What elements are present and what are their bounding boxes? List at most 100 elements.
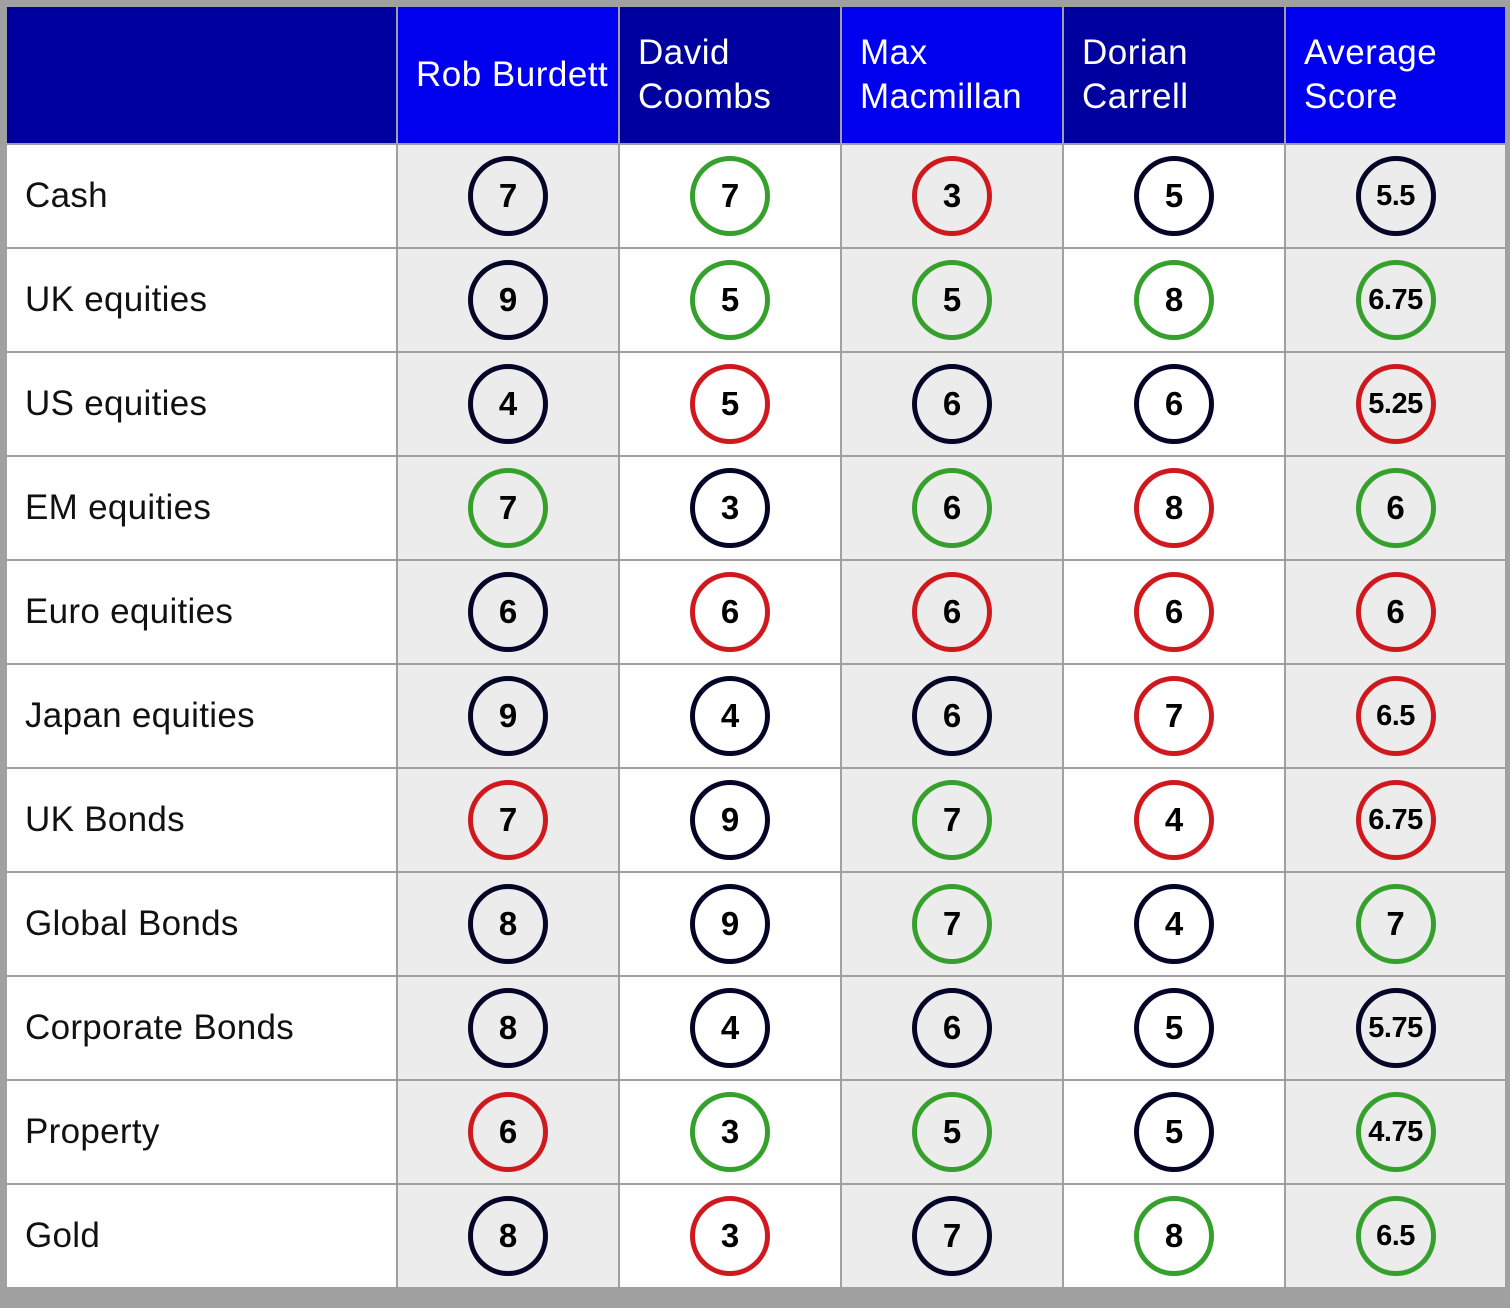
score-badge-navy: 6	[468, 572, 548, 652]
score-cell-dorian-carrell: 6	[1062, 351, 1286, 457]
score-cell-average-score: 5.5	[1284, 143, 1507, 249]
score-cell-dorian-carrell: 7	[1062, 663, 1286, 769]
score-badge-red: 6	[690, 572, 770, 652]
score-badge-green: 8	[1134, 260, 1214, 340]
score-badge-red: 6	[1134, 572, 1214, 652]
row-label: Property	[5, 1079, 398, 1185]
score-cell-max-macmillan: 6	[840, 455, 1064, 561]
score-cell-rob-burdett: 9	[396, 247, 620, 353]
score-cell-rob-burdett: 4	[396, 351, 620, 457]
score-cell-dorian-carrell: 5	[1062, 975, 1286, 1081]
score-cell-rob-burdett: 7	[396, 767, 620, 873]
score-badge-red: 6	[468, 1092, 548, 1172]
row-label: UK equities	[5, 247, 398, 353]
score-badge-red: 6.75	[1355, 780, 1436, 860]
score-cell-average-score: 5.25	[1284, 351, 1507, 457]
score-cell-rob-burdett: 6	[396, 1079, 620, 1185]
row-label: Global Bonds	[5, 871, 398, 977]
score-badge-red: 7	[1134, 676, 1214, 756]
score-cell-dorian-carrell: 8	[1062, 247, 1286, 353]
score-badge-green: 6	[1355, 468, 1436, 548]
score-cell-average-score: 6.75	[1284, 247, 1507, 353]
score-badge-red: 6.5	[1355, 676, 1436, 756]
score-cell-max-macmillan: 7	[840, 767, 1064, 873]
score-cell-david-coombs: 4	[618, 663, 842, 769]
score-table: Rob Burdett David Coombs Max Macmillan D…	[5, 5, 1507, 1289]
score-badge-red: 5	[690, 364, 770, 444]
score-badge-navy: 8	[468, 988, 548, 1068]
score-badge-navy: 5.75	[1355, 988, 1436, 1068]
score-cell-david-coombs: 5	[618, 247, 842, 353]
score-cell-david-coombs: 6	[618, 559, 842, 665]
table-row: UK Bonds 7 9 7 4 6.75	[5, 767, 1507, 873]
score-badge-navy: 6	[912, 364, 992, 444]
row-label: EM equities	[5, 455, 398, 561]
row-label: UK Bonds	[5, 767, 398, 873]
score-badge-red: 8	[1134, 468, 1214, 548]
score-cell-max-macmillan: 5	[840, 247, 1064, 353]
table-row: Euro equities 6 6 6 6 6	[5, 559, 1507, 665]
header-max-macmillan: Max Macmillan	[840, 5, 1064, 145]
score-cell-average-score: 4.75	[1284, 1079, 1507, 1185]
score-badge-navy: 7	[912, 1196, 992, 1276]
row-label: Japan equities	[5, 663, 398, 769]
score-cell-david-coombs: 3	[618, 1183, 842, 1289]
score-cell-average-score: 6.75	[1284, 767, 1507, 873]
score-cell-david-coombs: 9	[618, 871, 842, 977]
score-badge-navy: 9	[690, 780, 770, 860]
score-badge-green: 7	[468, 468, 548, 548]
score-badge-navy: 4	[1134, 884, 1214, 964]
table-row: Japan equities 9 4 6 7 6.5	[5, 663, 1507, 769]
score-badge-green: 7	[690, 156, 770, 236]
score-cell-david-coombs: 9	[618, 767, 842, 873]
score-cell-rob-burdett: 8	[396, 871, 620, 977]
score-badge-navy: 4	[690, 988, 770, 1068]
score-badge-navy: 6	[912, 988, 992, 1068]
score-cell-max-macmillan: 6	[840, 351, 1064, 457]
score-badge-green: 6	[912, 468, 992, 548]
score-badge-red: 4	[1134, 780, 1214, 860]
score-cell-dorian-carrell: 8	[1062, 455, 1286, 561]
score-cell-rob-burdett: 9	[396, 663, 620, 769]
score-cell-david-coombs: 7	[618, 143, 842, 249]
score-badge-navy: 8	[468, 1196, 548, 1276]
score-table-container: Rob Burdett David Coombs Max Macmillan D…	[5, 5, 1507, 1303]
score-cell-average-score: 7	[1284, 871, 1507, 977]
score-cell-david-coombs: 5	[618, 351, 842, 457]
score-badge-navy: 5	[1134, 988, 1214, 1068]
score-cell-max-macmillan: 6	[840, 559, 1064, 665]
score-badge-navy: 9	[468, 676, 548, 756]
score-badge-red: 3	[912, 156, 992, 236]
table-row: Cash 7 7 3 5 5.5	[5, 143, 1507, 249]
header-row: Rob Burdett David Coombs Max Macmillan D…	[5, 5, 1507, 145]
score-cell-max-macmillan: 7	[840, 871, 1064, 977]
row-label: US equities	[5, 351, 398, 457]
row-label: Euro equities	[5, 559, 398, 665]
score-cell-dorian-carrell: 8	[1062, 1183, 1286, 1289]
score-badge-green: 4.75	[1355, 1092, 1436, 1172]
score-badge-green: 6.5	[1355, 1196, 1436, 1276]
table-row: Corporate Bonds 8 4 6 5 5.75	[5, 975, 1507, 1081]
table-row: Global Bonds 8 9 7 4 7	[5, 871, 1507, 977]
score-cell-david-coombs: 3	[618, 1079, 842, 1185]
score-badge-navy: 9	[468, 260, 548, 340]
score-badge-navy: 3	[690, 468, 770, 548]
score-badge-green: 6.75	[1355, 260, 1436, 340]
header-dorian-carrell: Dorian Carrell	[1062, 5, 1286, 145]
score-badge-navy: 5.5	[1355, 156, 1436, 236]
score-badge-navy: 6	[912, 676, 992, 756]
score-badge-green: 5	[912, 1092, 992, 1172]
score-badge-green: 5	[690, 260, 770, 340]
header-rob-burdett: Rob Burdett	[396, 5, 620, 145]
header-average-score: Average Score	[1284, 5, 1507, 145]
score-cell-average-score: 6.5	[1284, 1183, 1507, 1289]
score-cell-average-score: 5.75	[1284, 975, 1507, 1081]
score-badge-navy: 6	[1134, 364, 1214, 444]
score-cell-max-macmillan: 6	[840, 663, 1064, 769]
score-badge-green: 7	[912, 884, 992, 964]
score-badge-red: 6	[1355, 572, 1436, 652]
table-row: Gold 8 3 7 8 6.5	[5, 1183, 1507, 1289]
score-cell-dorian-carrell: 4	[1062, 767, 1286, 873]
score-cell-average-score: 6	[1284, 559, 1507, 665]
score-cell-average-score: 6	[1284, 455, 1507, 561]
